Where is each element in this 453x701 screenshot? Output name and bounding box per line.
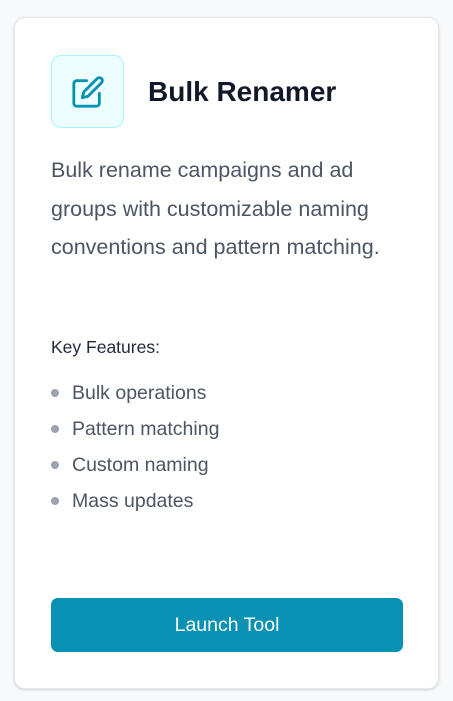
tool-card: Bulk Renamer Bulk rename campaigns and a… (14, 17, 439, 689)
tool-description: Bulk rename campaigns and ad groups with… (51, 158, 380, 259)
feature-item: Mass updates (51, 483, 219, 519)
feature-label: Custom naming (72, 453, 209, 476)
tool-icon-container (51, 55, 124, 128)
tool-title: Bulk Renamer (148, 75, 337, 107)
feature-label: Mass updates (72, 489, 194, 512)
feature-item: Custom naming (51, 447, 219, 483)
feature-item: Bulk operations (51, 375, 219, 411)
features-heading: Key Features: (51, 337, 160, 357)
feature-label: Pattern matching (72, 417, 220, 440)
bullet-icon (51, 389, 59, 397)
edit-icon (71, 75, 104, 108)
bullet-icon (51, 425, 59, 433)
features-list: Bulk operations Pattern matching Custom … (51, 375, 219, 519)
bullet-icon (51, 497, 59, 505)
launch-tool-button[interactable]: Launch Tool (51, 598, 403, 652)
feature-item: Pattern matching (51, 411, 219, 447)
bullet-icon (51, 461, 59, 469)
tool-header: Bulk Renamer (51, 55, 336, 128)
feature-label: Bulk operations (72, 381, 207, 404)
